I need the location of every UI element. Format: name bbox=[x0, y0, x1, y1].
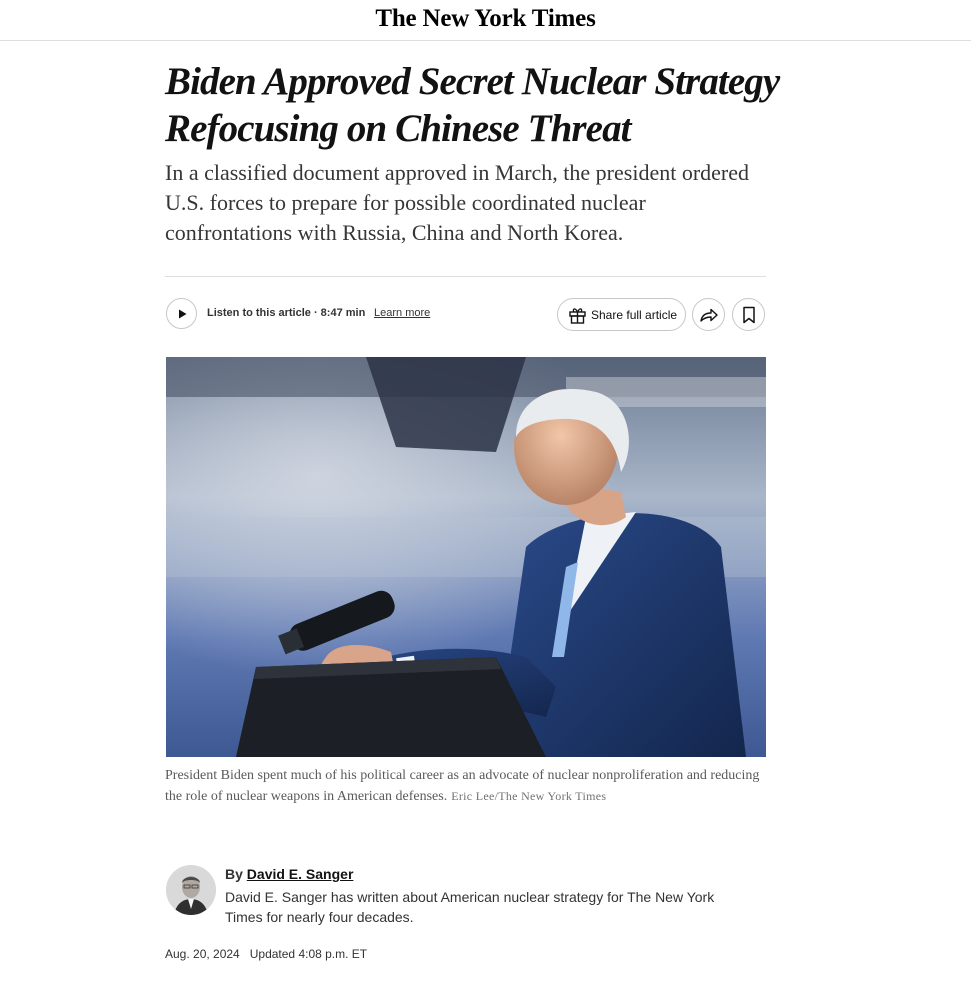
listen-label: Listen to this article · 8:47 min bbox=[207, 307, 366, 319]
article-headline: Biden Approved Secret Nuclear Strategy R… bbox=[165, 60, 780, 150]
gift-icon bbox=[569, 307, 586, 324]
publish-date: Aug. 20, 2024 bbox=[165, 947, 240, 961]
share-arrow-icon bbox=[699, 308, 718, 322]
author-link[interactable]: David E. Sanger bbox=[247, 866, 354, 882]
photo-credit: Eric Lee/The New York Times bbox=[451, 789, 607, 803]
share-button[interactable] bbox=[692, 298, 725, 331]
save-bookmark-button[interactable] bbox=[732, 298, 765, 331]
byline-prefix: By bbox=[225, 866, 243, 882]
author-bio: David E. Sanger has written about Americ… bbox=[225, 889, 715, 925]
play-icon bbox=[178, 309, 186, 318]
author-portrait bbox=[166, 865, 216, 915]
byline: By David E. Sanger bbox=[225, 866, 353, 882]
nyt-logo[interactable]: The New York Times bbox=[375, 5, 595, 33]
play-audio-button[interactable] bbox=[166, 298, 197, 329]
dateline: Aug. 20, 2024 Updated 4:08 p.m. ET bbox=[165, 947, 367, 961]
divider bbox=[165, 276, 766, 277]
share-full-article-label: Share full article bbox=[591, 307, 678, 322]
share-full-article-button[interactable]: Share full article bbox=[557, 298, 686, 331]
lead-photo bbox=[166, 357, 766, 757]
masthead: The New York Times bbox=[0, 0, 971, 41]
author-avatar[interactable] bbox=[166, 865, 216, 915]
bookmark-icon bbox=[742, 306, 755, 323]
learn-more-link[interactable]: Learn more bbox=[374, 307, 430, 319]
photo-caption: President Biden spent much of his politi… bbox=[165, 766, 765, 807]
article-summary: In a classified document approved in Mar… bbox=[165, 160, 750, 245]
photo-illustration bbox=[166, 357, 766, 757]
updated-time: Updated 4:08 p.m. ET bbox=[249, 947, 368, 961]
article-toolbar: Listen to this article · 8:47 min Learn … bbox=[165, 297, 766, 332]
